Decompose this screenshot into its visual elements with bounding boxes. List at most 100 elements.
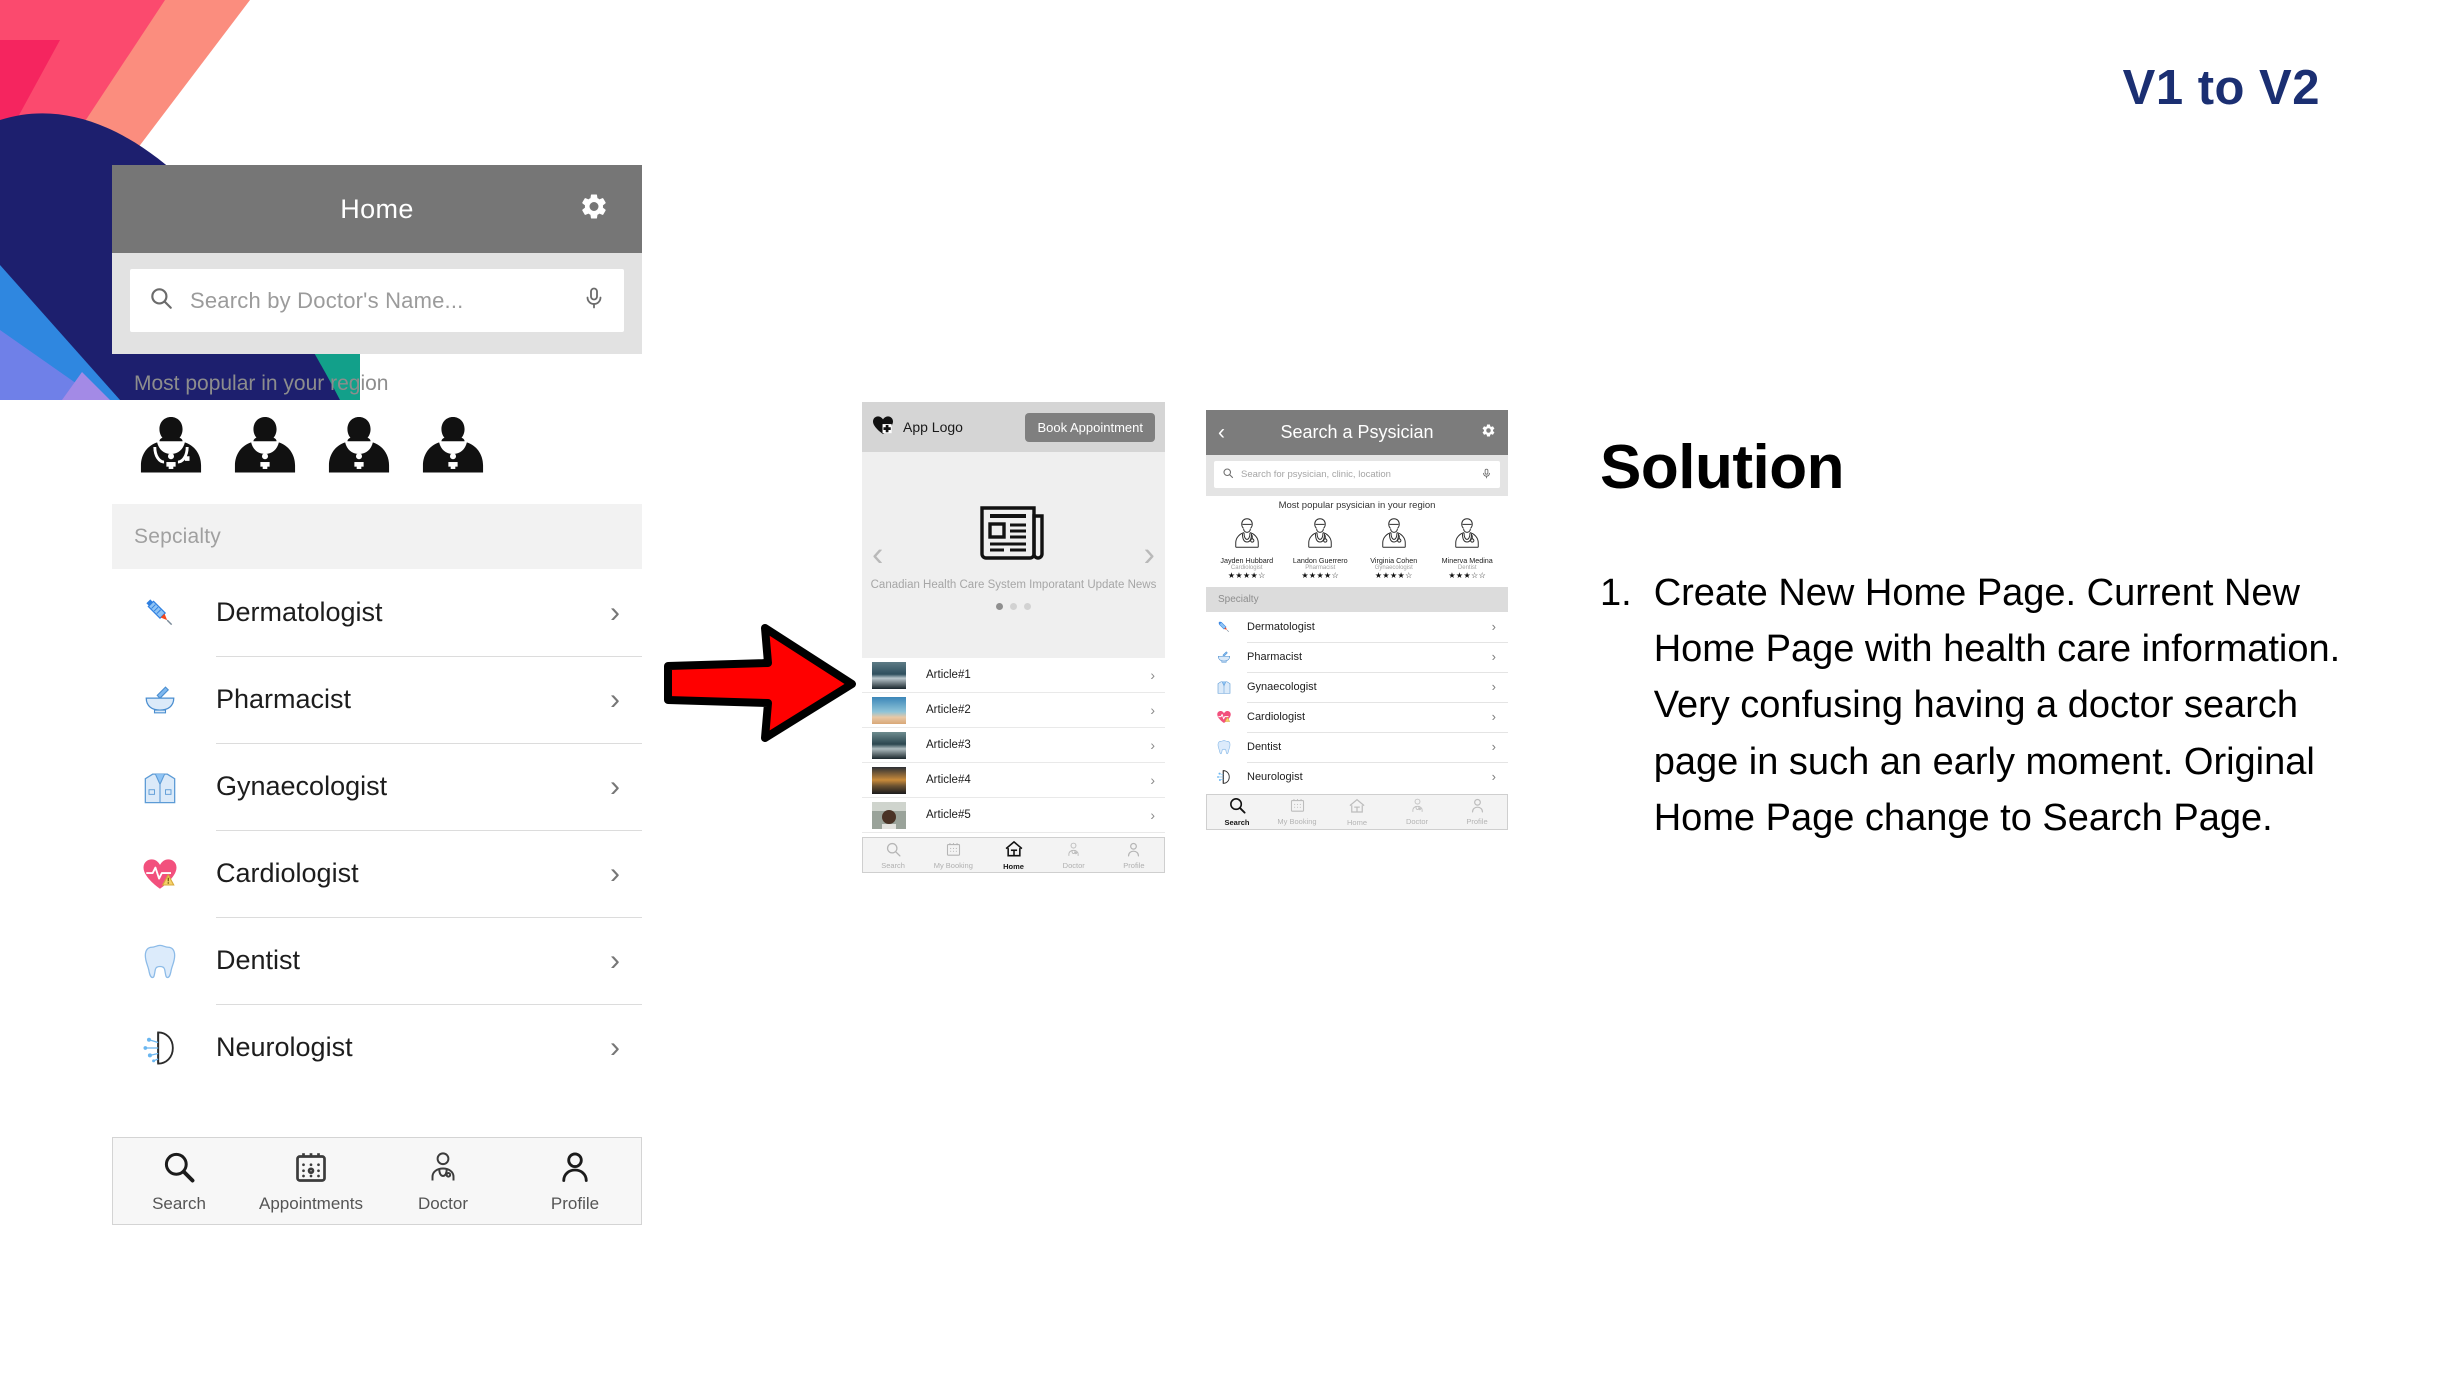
- chevron-left-icon[interactable]: ‹: [872, 536, 883, 575]
- microphone-icon[interactable]: [1481, 466, 1492, 484]
- p3-specialty-row[interactable]: Gynaecologist ›: [1206, 671, 1508, 702]
- p1-specialty-list: Dermatologist › Pharmacist › Gynaecologi…: [112, 569, 642, 1091]
- p1-specialty-row[interactable]: Dentist ›: [112, 917, 642, 1004]
- p1-specialty-label: Gynaecologist: [216, 771, 388, 801]
- p1-app-header: Home: [112, 165, 642, 253]
- p3-app-header: ‹ Search a Psysician: [1206, 410, 1508, 455]
- chevron-right-icon[interactable]: ›: [1144, 536, 1155, 575]
- doctor-icon: [1065, 841, 1082, 860]
- p1-nav-item-appointments[interactable]: Appointments: [245, 1138, 377, 1224]
- doctor-avatar-icon[interactable]: [134, 410, 208, 484]
- p2-nav-item-profile[interactable]: Profile: [1104, 838, 1164, 872]
- carousel-dot[interactable]: [996, 603, 1003, 611]
- p2-bottom-nav: Search My Booking Home Doctor Profile: [862, 837, 1165, 873]
- p2-article-row[interactable]: Article#5 ›: [862, 798, 1165, 833]
- brain-icon: [1214, 767, 1234, 787]
- p3-doctor-card[interactable]: Jayden Hubbard Cardiologist ★★★★☆: [1213, 515, 1281, 581]
- solution-list-item: 1. Create New Home Page. Current New Hom…: [1600, 565, 2390, 846]
- p1-specialty-row[interactable]: Neurologist ›: [112, 1004, 642, 1091]
- p3-specialty-row[interactable]: Cardiologist ›: [1206, 701, 1508, 732]
- p2-article-row[interactable]: Article#3 ›: [862, 728, 1165, 763]
- p3-specialty-header: Specialty: [1206, 586, 1508, 612]
- syringe-icon: [136, 589, 184, 637]
- p3-specialty-row[interactable]: Neurologist ›: [1206, 761, 1508, 792]
- p1-specialty-label: Dentist: [216, 945, 301, 975]
- p1-specialty-row[interactable]: Gynaecologist ›: [112, 743, 642, 830]
- p1-nav-item-profile[interactable]: Profile: [509, 1138, 641, 1224]
- magnifier-icon: [1228, 796, 1247, 817]
- p2-nav-item-my-booking[interactable]: My Booking: [923, 838, 983, 872]
- chevron-right-icon: ›: [1491, 709, 1496, 725]
- p3-doctor-card[interactable]: Minerva Medina Dentist ★★★☆☆: [1433, 515, 1501, 581]
- chevron-right-icon: ›: [1150, 807, 1155, 823]
- carousel-dot[interactable]: [1024, 603, 1031, 611]
- syringe-icon: [1214, 617, 1234, 637]
- chevron-right-icon: ›: [1150, 737, 1155, 753]
- p2-article-row[interactable]: Article#4 ›: [862, 763, 1165, 798]
- p3-doctor-card[interactable]: Virginia Cohen Gynaecologist ★★★★☆: [1360, 515, 1428, 581]
- p2-nav-item-search[interactable]: Search: [863, 838, 923, 872]
- p2-nav-item-home[interactable]: Home: [983, 838, 1043, 872]
- solution-list: 1. Create New Home Page. Current New Hom…: [1600, 565, 2390, 846]
- p2-nav-label: Doctor: [1062, 860, 1085, 870]
- phone-mockup-v2-search: ‹ Search a Psysician Search for psysicia…: [1206, 410, 1508, 830]
- p2-app-header: App Logo Book Appointment: [862, 402, 1165, 452]
- chevron-right-icon: ›: [1150, 667, 1155, 683]
- chevron-right-icon: ›: [1491, 679, 1496, 695]
- carousel-dot[interactable]: [1010, 603, 1017, 611]
- p3-nav-item-home[interactable]: Home: [1327, 795, 1387, 829]
- p3-nav-label: Doctor: [1405, 817, 1429, 827]
- solution-item-number: 1.: [1600, 572, 1632, 614]
- p3-nav-item-doctor[interactable]: Doctor: [1387, 795, 1447, 829]
- microphone-icon[interactable]: [582, 286, 606, 315]
- p3-doctor-card[interactable]: Landon Guerrero Pharmacist ★★★★☆: [1286, 515, 1354, 581]
- doctor-icon: [1409, 797, 1426, 816]
- lab-coat-icon: [1214, 677, 1234, 697]
- p3-search-area: Search for psysician, clinic, location: [1206, 455, 1508, 496]
- p1-nav-label: Appointments: [259, 1193, 363, 1213]
- calendar-icon: [945, 841, 962, 860]
- calendar-icon: [293, 1149, 329, 1190]
- p2-nav-label: Home: [1003, 862, 1024, 871]
- gear-icon[interactable]: [579, 192, 609, 227]
- p3-specialty-label: Pharmacist: [1247, 650, 1303, 663]
- p1-specialty-row[interactable]: Cardiologist ›: [112, 830, 642, 917]
- p1-nav-item-search[interactable]: Search: [113, 1138, 245, 1224]
- person-icon: [557, 1149, 593, 1190]
- gear-icon[interactable]: [1481, 423, 1496, 443]
- p3-search-input[interactable]: Search for psysician, clinic, location: [1214, 461, 1500, 488]
- p2-article-row[interactable]: Article#2 ›: [862, 693, 1165, 728]
- slide-canvas: V1 to V2 Home Search by Doctor's Name...: [0, 0, 2440, 1373]
- p3-specialty-row[interactable]: Dentist ›: [1206, 731, 1508, 762]
- mortar-pestle-icon: [1214, 647, 1234, 667]
- book-appointment-button[interactable]: Book Appointment: [1025, 412, 1155, 442]
- p1-specialty-row[interactable]: Dermatologist ›: [112, 569, 642, 656]
- doctor-avatar-icon[interactable]: [228, 410, 302, 484]
- p3-nav-item-profile[interactable]: Profile: [1447, 795, 1507, 829]
- chevron-right-icon: ›: [610, 943, 620, 977]
- p3-nav-item-my-booking[interactable]: My Booking: [1267, 795, 1327, 829]
- p1-specialty-label: Cardiologist: [216, 858, 359, 888]
- doctor-avatar-icon[interactable]: [416, 410, 490, 484]
- p3-doctor-rating: ★★★☆☆: [1448, 571, 1487, 581]
- p3-specialty-label: Dentist: [1247, 740, 1282, 753]
- p1-search-input[interactable]: Search by Doctor's Name...: [130, 269, 624, 332]
- p3-specialty-row[interactable]: Pharmacist ›: [1206, 641, 1508, 672]
- p1-bottom-nav: Search Appointments Doctor Profile: [112, 1137, 642, 1225]
- p2-carousel-dots[interactable]: [996, 603, 1031, 611]
- p3-nav-item-search[interactable]: Search: [1207, 795, 1267, 829]
- person-icon: [1125, 841, 1142, 860]
- chevron-right-icon: ›: [610, 769, 620, 803]
- doctor-avatar-icon[interactable]: [322, 410, 396, 484]
- chevron-right-icon: ›: [1491, 739, 1496, 755]
- p3-specialty-row[interactable]: Dermatologist ›: [1206, 612, 1508, 642]
- p2-nav-label: Search: [881, 860, 905, 870]
- p1-specialty-row[interactable]: Pharmacist ›: [112, 656, 642, 743]
- p3-doctor-name: Landon Guerrero: [1292, 556, 1348, 565]
- p1-nav-item-doctor[interactable]: Doctor: [377, 1138, 509, 1224]
- p2-nav-item-doctor[interactable]: Doctor: [1044, 838, 1104, 872]
- phone-mockup-v2-home: App Logo Book Appointment ‹ › Canadian H…: [862, 402, 1165, 873]
- p2-article-title: Article#5: [926, 809, 971, 821]
- p2-article-row[interactable]: Article#1 ›: [862, 658, 1165, 693]
- p3-doctor-name: Minerva Medina: [1441, 556, 1493, 565]
